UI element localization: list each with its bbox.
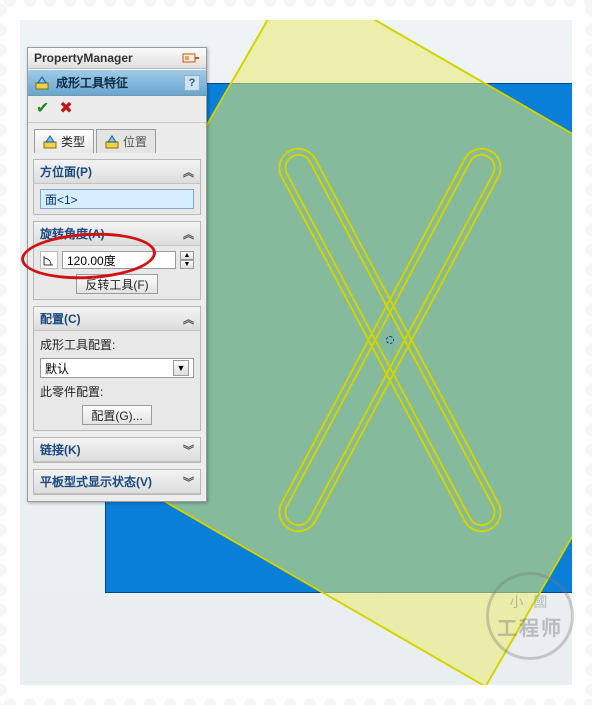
flip-tool-button[interactable]: 反转工具(F) [76,274,157,294]
rotation-angle-input[interactable] [62,251,176,269]
pm-titlebar: PropertyManager [28,48,206,69]
tab-position-label: 位置 [123,133,147,150]
form-tool-icon [43,135,57,149]
section-title: 配置(C) [40,310,81,327]
section-title: 方位面(P) [40,163,92,180]
form-tool-config-dropdown[interactable]: 默认 ▼ [40,358,194,378]
expand-icon[interactable]: ︾ [183,474,194,490]
collapse-icon[interactable]: ︽ [183,311,194,327]
feature-title-bar: 成形工具特征 ? [28,69,206,96]
configure-button[interactable]: 配置(G)... [82,405,151,425]
spin-down-button[interactable]: ▼ [180,260,194,269]
section-placement-face: 方位面(P) ︽ 面<1> [33,159,201,215]
ok-button[interactable]: ✔ [36,101,49,117]
section-configurations: 配置(C) ︽ 成形工具配置: 默认 ▼ 此零件配置: 配置(G)... [33,306,201,431]
this-part-config-label: 此零件配置: [40,383,194,400]
confirm-bar: ✔ ✖ [28,96,206,123]
expand-icon[interactable]: ︾ [183,442,194,458]
section-rotation-angle: 旋转角度(A) ︽ ▲ ▼ 反转工具(F) [33,221,201,300]
section-flat-pattern-display: 平板型式显示状态(V) ︾ [33,469,201,495]
pm-title: PropertyManager [34,51,133,65]
form-tool-icon [34,75,50,91]
angle-icon [40,251,58,269]
section-title: 链接(K) [40,441,81,458]
placement-face-select[interactable]: 面<1> [40,189,194,209]
tab-type[interactable]: 类型 [34,129,94,153]
feature-title: 成形工具特征 [56,74,128,91]
collapse-icon[interactable]: ︽ [183,164,194,180]
collapse-icon[interactable]: ︽ [183,226,194,242]
section-title: 旋转角度(A) [40,225,105,242]
help-button[interactable]: ? [184,75,200,91]
section-title: 平板型式显示状态(V) [40,473,152,490]
form-tool-icon [105,135,119,149]
pm-tabs: 类型 位置 [28,123,206,153]
chevron-down-icon: ▼ [173,360,189,376]
property-manager-panel: PropertyManager 成形工具特征 ? ✔ ✖ 类型 位置 [27,47,207,502]
form-tool-config-value: 默认 [45,360,69,377]
section-link: 链接(K) ︾ [33,437,201,463]
pushpin-icon[interactable] [182,51,200,65]
placement-face-value: 面<1> [45,191,78,208]
form-tool-config-label: 成形工具配置: [40,336,194,353]
spin-up-button[interactable]: ▲ [180,251,194,260]
angle-spinner: ▲ ▼ [180,251,194,269]
tab-type-label: 类型 [61,133,85,150]
tab-position[interactable]: 位置 [96,129,156,153]
cancel-button[interactable]: ✖ [59,101,72,117]
